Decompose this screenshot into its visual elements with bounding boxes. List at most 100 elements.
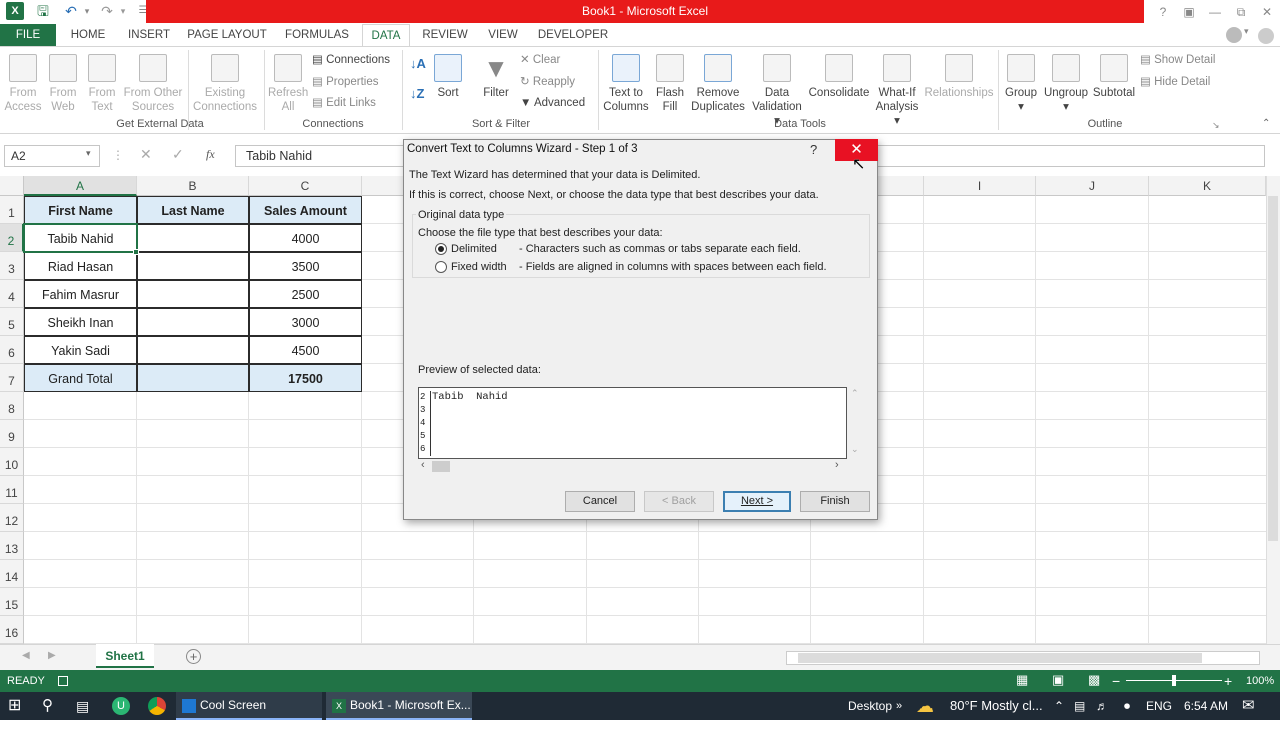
column-header-c[interactable]: C (249, 176, 362, 196)
preview-scroll-right-icon[interactable]: › (835, 459, 839, 471)
from-other-sources-button[interactable]: From Other Sources (122, 54, 184, 114)
save-icon[interactable]: 🖫 (34, 2, 52, 20)
select-all-corner[interactable] (0, 176, 24, 196)
clear-button[interactable]: ✕ Clear (520, 49, 560, 71)
minimize-icon[interactable]: — (1202, 2, 1228, 22)
next-button[interactable]: Next > (723, 491, 791, 512)
tab-data[interactable]: DATA (362, 24, 410, 46)
name-box-dropdown-icon[interactable]: ▾ (86, 148, 91, 159)
tab-home[interactable]: HOME (62, 24, 114, 46)
column-header-b[interactable]: B (137, 176, 249, 196)
table-cell[interactable] (137, 280, 249, 308)
from-web-button[interactable]: From Web (44, 54, 82, 114)
row-header-15[interactable]: 15 (0, 588, 24, 616)
tab-insert[interactable]: INSERT (122, 24, 176, 46)
row-header-14[interactable]: 14 (0, 560, 24, 588)
subtotal-button[interactable]: Subtotal (1092, 54, 1136, 100)
table-cell[interactable]: Sheikh Inan (24, 308, 137, 336)
sort-descending-icon[interactable]: ↓Z (410, 86, 424, 101)
finish-button[interactable]: Finish (800, 491, 870, 512)
prev-sheet-icon[interactable]: ◀ (22, 650, 30, 661)
page-break-view-icon[interactable]: ▩ (1088, 672, 1100, 688)
preview-horizontal-scrollbar[interactable] (418, 459, 847, 473)
table-cell[interactable]: 4500 (249, 336, 362, 364)
zoom-in-icon[interactable]: + (1224, 670, 1232, 692)
hide-detail-button[interactable]: ▤ Hide Detail (1140, 71, 1210, 93)
active-cell-selection[interactable] (23, 223, 138, 253)
flash-fill-button[interactable]: Flash Fill (652, 54, 688, 114)
table-header-cell[interactable]: Sales Amount (249, 196, 362, 224)
group-button[interactable]: Group ▾ (1002, 54, 1040, 114)
table-cell[interactable]: 2500 (249, 280, 362, 308)
existing-connections-button[interactable]: Existing Connections (192, 54, 258, 114)
tray-chevron-icon[interactable]: ⌃ (1054, 692, 1064, 720)
fill-handle[interactable] (133, 249, 139, 255)
table-cell[interactable] (137, 308, 249, 336)
relationships-button[interactable]: Relationships (924, 54, 994, 100)
column-header-j[interactable]: J (1036, 176, 1149, 196)
table-header-cell[interactable]: Last Name (137, 196, 249, 224)
data-validation-button[interactable]: Data Validation ▾ (748, 54, 806, 128)
restore-icon[interactable]: ⧉ (1228, 2, 1254, 22)
row-header-11[interactable]: 11 (0, 476, 24, 504)
text-to-columns-button[interactable]: Text to Columns (602, 54, 650, 114)
clock[interactable]: 6:54 AM (1184, 692, 1228, 720)
outline-dialog-launcher-icon[interactable]: ↘ (1212, 120, 1220, 131)
properties-button[interactable]: ▤ Properties (312, 71, 379, 93)
zoom-out-icon[interactable]: − (1112, 670, 1120, 692)
preview-scroll-down-icon[interactable]: ⌄ (851, 444, 859, 455)
column-header-k[interactable]: K (1149, 176, 1266, 196)
weather-text[interactable]: 80°F Mostly cl... (950, 692, 1043, 720)
microphone-icon[interactable]: ⏺ (1124, 692, 1130, 720)
advanced-button[interactable]: ▼ Advanced (520, 92, 585, 114)
search-icon[interactable]: ⚲ (42, 692, 53, 720)
macro-record-icon[interactable] (58, 676, 68, 686)
preview-scroll-thumb[interactable] (432, 461, 450, 472)
taskbar-app-recorder[interactable]: Cool Screen Recorder... (176, 692, 322, 738)
ungroup-button[interactable]: Ungroup ▾ (1042, 54, 1090, 114)
tab-view[interactable]: VIEW (480, 24, 526, 46)
account-dropdown-icon[interactable]: ▾ (1244, 26, 1249, 37)
row-header-6[interactable]: 6 (0, 336, 24, 364)
account-avatar[interactable] (1226, 27, 1242, 43)
column-header-a[interactable]: A (24, 176, 137, 196)
row-header-8[interactable]: 8 (0, 392, 24, 420)
toolbar-chevron-icon[interactable]: » (896, 692, 902, 720)
windows-start-icon[interactable]: ⊞ (8, 692, 21, 720)
table-cell[interactable]: Yakin Sadi (24, 336, 137, 364)
insert-function-icon[interactable]: fx (206, 147, 215, 162)
table-cell[interactable]: 3000 (249, 308, 362, 336)
collapse-ribbon-icon[interactable]: ⌃ (1262, 118, 1270, 129)
notifications-icon[interactable]: ✉ (1242, 692, 1255, 720)
total-row-cell[interactable]: 17500 (249, 364, 362, 392)
table-cell[interactable]: 3500 (249, 252, 362, 280)
row-header-12[interactable]: 12 (0, 504, 24, 532)
filter-button[interactable]: ▼ Filter (478, 54, 514, 100)
row-header-13[interactable]: 13 (0, 532, 24, 560)
back-button[interactable]: < Back (644, 491, 714, 512)
page-layout-view-icon[interactable]: ▣ (1052, 672, 1064, 688)
from-access-button[interactable]: From Access (4, 54, 42, 114)
row-header-9[interactable]: 9 (0, 420, 24, 448)
connections-button[interactable]: ▤ Connections (312, 49, 390, 71)
task-view-icon[interactable]: ▤ (76, 692, 89, 720)
sort-ascending-icon[interactable]: ↓A (410, 56, 426, 71)
total-row-cell[interactable]: Grand Total (24, 364, 137, 392)
table-cell[interactable] (137, 224, 249, 252)
refresh-all-button[interactable]: Refresh All (268, 54, 308, 114)
tab-page-layout[interactable]: PAGE LAYOUT (184, 24, 270, 46)
sort-button[interactable]: Sort (432, 54, 464, 100)
enter-icon[interactable]: ✓ (172, 146, 184, 163)
horizontal-scroll-thumb[interactable] (798, 653, 1202, 663)
account-photo[interactable] (1258, 28, 1274, 44)
chrome-icon[interactable] (148, 697, 166, 715)
total-row-cell[interactable] (137, 364, 249, 392)
preview-scroll-up-icon[interactable]: ⌃ (851, 388, 859, 399)
table-cell[interactable]: Fahim Masrur (24, 280, 137, 308)
row-header-2[interactable]: 2 (0, 224, 24, 252)
close-window-icon[interactable]: ✕ (1254, 2, 1280, 22)
fixed-width-label[interactable]: Fixed width (451, 261, 507, 273)
preview-scroll-left-icon[interactable]: ‹ (421, 459, 425, 471)
what-if-analysis-button[interactable]: What-If Analysis ▾ (872, 54, 922, 128)
cancel-entry-icon[interactable]: ✕ (140, 146, 152, 163)
